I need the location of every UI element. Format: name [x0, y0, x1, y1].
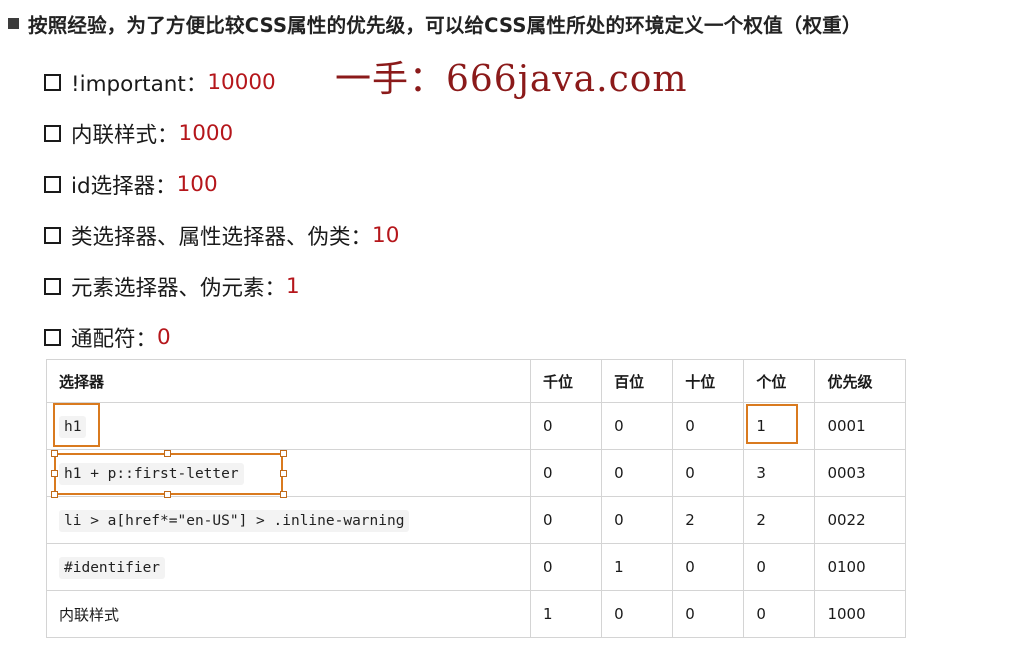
rule-value: 100: [176, 172, 218, 197]
checkbox-bullet-icon: [44, 74, 61, 91]
specificity-table: 选择器 千位 百位 十位 个位 优先级 h1 0 0 0 1 0001 h1 +…: [46, 359, 906, 638]
hundreds-cell: 1: [601, 543, 674, 591]
rule-label: 元素选择器、伪元素：: [71, 276, 287, 301]
resize-handle[interactable]: [280, 470, 287, 477]
resize-handle[interactable]: [51, 491, 58, 498]
table-row: li > a[href*="en-US"] > .inline-warning …: [46, 496, 906, 544]
rule-label: !important：: [71, 72, 208, 97]
selector-code: h1: [59, 416, 87, 438]
rule-label: id选择器：: [71, 174, 177, 199]
thousands-cell: 0: [529, 402, 603, 450]
resize-handle[interactable]: [164, 491, 171, 498]
resize-handle[interactable]: [280, 491, 287, 498]
column-header-hundreds: 百位: [601, 359, 674, 403]
rule-value: 1: [286, 274, 300, 299]
selector-cell: li > a[href*="en-US"] > .inline-warning: [46, 496, 531, 544]
rule-label: 内联样式：: [71, 123, 179, 148]
rule-label: 通配符：: [71, 327, 158, 352]
column-header-thousands: 千位: [529, 359, 603, 403]
checkbox-bullet-icon: [44, 278, 61, 295]
column-header-selector: 选择器: [46, 359, 531, 403]
column-header-ones: 个位: [743, 359, 816, 403]
resize-handle[interactable]: [51, 450, 58, 457]
hundreds-cell: 0: [601, 590, 674, 638]
ones-cell: 0: [743, 590, 816, 638]
rule-label: 类选择器、属性选择器、伪类：: [71, 225, 373, 250]
column-header-specificity: 优先级: [814, 359, 906, 403]
rule-item-class-selector: 类选择器、属性选择器、伪类： 10: [44, 210, 399, 261]
specificity-cell: 0022: [814, 496, 906, 544]
rule-item-important: !important： 10000: [44, 57, 399, 108]
hundreds-cell: 0: [601, 449, 674, 497]
slide-heading: 按照经验，为了方便比较CSS属性的优先级，可以给CSS属性所处的环境定义一个权值…: [8, 9, 862, 38]
column-header-tens: 十位: [672, 359, 745, 403]
resize-handle[interactable]: [51, 470, 58, 477]
checkbox-bullet-icon: [44, 329, 61, 346]
table-row: h1 + p::first-letter 0 0 0 3 0003: [46, 449, 906, 497]
hundreds-cell: 0: [601, 402, 674, 450]
resize-handle[interactable]: [164, 450, 171, 457]
ones-cell: 3: [743, 449, 816, 497]
selector-code: #identifier: [59, 557, 166, 579]
thousands-cell: 0: [529, 496, 603, 544]
rule-value: 10: [372, 223, 400, 248]
hundreds-cell: 0: [601, 496, 674, 544]
rule-value: 10000: [207, 70, 276, 95]
rule-item-id-selector: id选择器： 100: [44, 159, 399, 210]
rule-value: 0: [157, 325, 171, 350]
ones-cell: 0: [743, 543, 816, 591]
heading-text: 按照经验，为了方便比较CSS属性的优先级，可以给CSS属性所处的环境定义一个权值…: [28, 14, 862, 37]
selector-cell: #identifier: [46, 543, 531, 591]
thousands-cell: 0: [529, 449, 603, 497]
selector-code: h1 + p::first-letter: [59, 463, 244, 485]
thousands-cell: 1: [529, 590, 603, 638]
ones-cell: 2: [743, 496, 816, 544]
table-row: 内联样式 1 0 0 0 1000: [46, 590, 906, 638]
specificity-cell: 1000: [814, 590, 906, 638]
table-header-row: 选择器 千位 百位 十位 个位 优先级: [46, 359, 906, 403]
specificity-cell: 0003: [814, 449, 906, 497]
weight-rule-list: !important： 10000 内联样式： 1000 id选择器： 100 …: [44, 57, 399, 363]
tens-cell: 0: [672, 402, 745, 450]
rule-item-inline-style: 内联样式： 1000: [44, 108, 399, 159]
resize-handle[interactable]: [280, 450, 287, 457]
specificity-cell: 0100: [814, 543, 906, 591]
tens-cell: 0: [672, 449, 745, 497]
ones-cell: 1: [743, 402, 816, 450]
rule-value: 1000: [178, 121, 234, 146]
checkbox-bullet-icon: [44, 176, 61, 193]
checkbox-bullet-icon: [44, 125, 61, 142]
selector-cell: h1: [46, 402, 531, 450]
checkbox-bullet-icon: [44, 227, 61, 244]
rule-item-element-selector: 元素选择器、伪元素： 1: [44, 261, 399, 312]
selector-cell: h1 + p::first-letter: [46, 449, 531, 497]
thousands-cell: 0: [529, 543, 603, 591]
specificity-cell: 0001: [814, 402, 906, 450]
table-row: h1 0 0 0 1 0001: [46, 402, 906, 450]
table-row: #identifier 0 1 0 0 0100: [46, 543, 906, 591]
bullet-square-icon: [8, 18, 19, 29]
tens-cell: 2: [672, 496, 745, 544]
tens-cell: 0: [672, 543, 745, 591]
rule-item-wildcard: 通配符： 0: [44, 312, 399, 363]
selector-cell: 内联样式: [46, 590, 531, 638]
tens-cell: 0: [672, 590, 745, 638]
selector-code: li > a[href*="en-US"] > .inline-warning: [59, 510, 410, 532]
